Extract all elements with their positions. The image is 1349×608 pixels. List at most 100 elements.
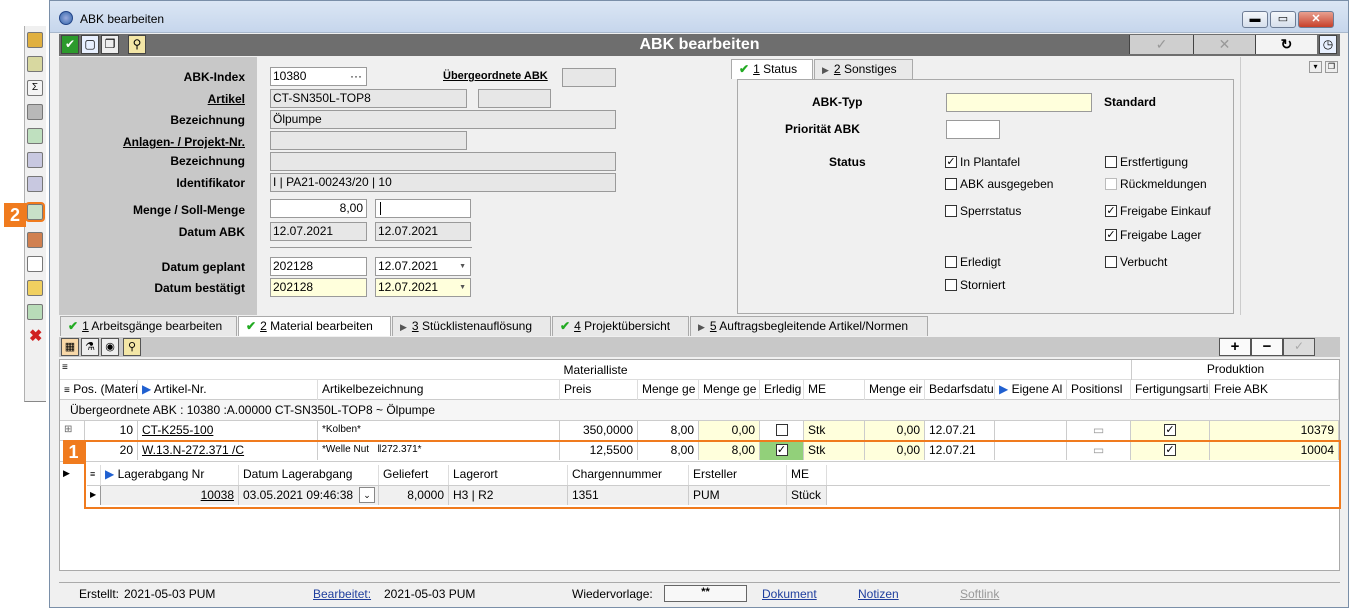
minimize-button[interactable]: ▬ <box>1242 11 1268 28</box>
fertigungsart-checkbox[interactable]: ✓ <box>1164 424 1176 436</box>
col-menge-1[interactable]: Menge ge <box>638 380 699 400</box>
wiedervorlage-button[interactable]: ** <box>664 585 747 602</box>
group-row[interactable]: Übergeordnete ABK : 10380 :A.00000 CT-SN… <box>60 400 1339 421</box>
erledigt-checkbox[interactable] <box>945 256 957 268</box>
confirm-button[interactable]: ✓ <box>1129 35 1193 54</box>
row-eigene[interactable] <box>995 421 1067 440</box>
document-icon[interactable]: ▭ <box>1067 421 1131 440</box>
row-freie-abk[interactable]: 10379 <box>1210 421 1339 440</box>
tab-sonstiges[interactable]: ▶ 2 Sonstiges <box>814 59 913 79</box>
erstfertigung-checkbox[interactable] <box>1105 156 1117 168</box>
restore-icon[interactable]: ❐ <box>1325 61 1338 73</box>
document-add-icon[interactable] <box>27 176 43 192</box>
remove-row-button[interactable]: − <box>1251 338 1283 356</box>
cancel-button[interactable]: ✕ <box>1193 35 1255 54</box>
freigabe-lager-checkbox[interactable]: ✓ <box>1105 229 1117 241</box>
verbucht-checkbox[interactable] <box>1105 256 1117 268</box>
row-datum[interactable]: 12.07.21 <box>925 421 995 440</box>
menge-field[interactable]: 8,00 <box>270 199 367 218</box>
erledigt-checkbox[interactable] <box>775 424 788 436</box>
freigabe-einkauf-checkbox[interactable]: ✓ <box>1105 205 1117 217</box>
uebergeordnete-abk-link[interactable]: Übergeordnete ABK <box>443 70 548 82</box>
notizen-link[interactable]: Notizen <box>858 587 899 601</box>
confirm-row-button[interactable]: ✓ <box>1283 338 1315 356</box>
broom-icon[interactable] <box>27 280 43 296</box>
artikel-extra-field[interactable] <box>478 89 551 108</box>
prioritaet-field[interactable] <box>946 120 1000 139</box>
delete-icon[interactable]: ✖ <box>29 326 42 346</box>
col-pos[interactable]: ≡ Pos. (Materi <box>60 380 138 400</box>
anlagen-field[interactable] <box>270 131 467 150</box>
barcode-icon[interactable] <box>27 256 43 272</box>
sum-icon[interactable]: Σ <box>27 80 43 96</box>
row-artikel[interactable]: CT-K255-100 <box>138 421 318 440</box>
eye-icon[interactable]: ◉ <box>101 338 119 356</box>
soll-menge-field[interactable] <box>375 199 471 218</box>
filter-icon[interactable]: ⚗ <box>81 338 99 356</box>
document-material-icon[interactable] <box>25 202 45 222</box>
list-icon[interactable] <box>27 128 43 144</box>
clock-icon[interactable]: ◷ <box>1319 35 1337 54</box>
anlagen-label[interactable]: Anlagen- / Projekt-Nr. <box>59 135 245 149</box>
col-eigene[interactable]: ▶ Eigene Al <box>995 380 1067 400</box>
tab-projektuebersicht[interactable]: ✔ 4 Projektübersicht <box>552 316 689 336</box>
col-position[interactable]: Positionsl <box>1067 380 1131 400</box>
truck-icon[interactable] <box>27 104 43 120</box>
datum-abk-field[interactable]: 12.07.2021 <box>270 222 367 241</box>
close-window-button[interactable]: ✕ <box>1298 11 1334 28</box>
datum-bestaetigt-week-field[interactable]: 202128 <box>270 278 367 297</box>
grid-icon[interactable]: ▦ <box>61 338 79 356</box>
datum-geplant-week-field[interactable]: 202128 <box>270 257 367 276</box>
uebergeordnete-abk-field[interactable] <box>562 68 616 87</box>
document-edit-icon[interactable] <box>27 152 43 168</box>
abk-index-field[interactable]: 10380 ··· <box>270 67 367 86</box>
softlink-link[interactable]: Softlink <box>960 587 999 601</box>
col-menge-2[interactable]: Menge ge <box>699 380 760 400</box>
col-menge-3[interactable]: Menge eir <box>865 380 925 400</box>
artikel-label[interactable]: Artikel <box>59 92 245 106</box>
col-erledigt[interactable]: Erledig <box>760 380 804 400</box>
col-fertigungsart[interactable]: Fertigungsarti <box>1131 380 1210 400</box>
artikel-field[interactable]: CT-SN350L-TOP8 <box>270 89 467 108</box>
bearbeitet-link[interactable]: Bearbeitet: <box>313 587 371 601</box>
col-preis[interactable]: Preis <box>560 380 638 400</box>
abk-ausgegeben-checkbox[interactable] <box>945 178 957 190</box>
add-row-button[interactable]: + <box>1219 338 1251 356</box>
pen-icon[interactable] <box>27 56 43 72</box>
storniert-checkbox[interactable] <box>945 279 957 291</box>
tab-stuecklisten[interactable]: ▶ 3 Stücklistenauflösung <box>392 316 551 336</box>
in-plantafel-checkbox[interactable]: ✓ <box>945 156 957 168</box>
col-artikelbezeichnung[interactable]: Artikelbezeichnung <box>318 380 560 400</box>
row-menge-3[interactable]: 0,00 <box>865 421 925 440</box>
search-icon[interactable]: ⚲ <box>123 338 141 356</box>
datum-geplant-date-field[interactable]: 12.07.2021 ▼ <box>375 257 471 276</box>
tab-status[interactable]: ✔ 1 Status <box>731 59 813 79</box>
row-menge-2[interactable]: 0,00 <box>699 421 760 440</box>
row-me[interactable]: Stk <box>804 421 865 440</box>
bezeichnung-field[interactable]: Ölpumpe <box>270 110 616 129</box>
datum-abk-field-2[interactable]: 12.07.2021 <box>375 222 471 241</box>
col-artikel-nr[interactable]: ▶ Artikel-Nr. <box>138 380 318 400</box>
identifikator-field[interactable]: I | PA21-00243/20 | 10 <box>270 173 616 192</box>
chevron-down-icon[interactable]: ▼ <box>459 279 466 296</box>
projekt-bezeichnung-field[interactable] <box>270 152 616 171</box>
box-icon[interactable] <box>27 232 43 248</box>
chevron-down-icon[interactable]: ▼ <box>459 258 466 275</box>
expand-icon[interactable]: ⊞ <box>60 421 85 440</box>
collapse-icon[interactable]: ▾ <box>1309 61 1322 73</box>
col-freie-abk[interactable]: Freie ABK <box>1210 380 1339 400</box>
datum-bestaetigt-date-field[interactable]: 12.07.2021 ▼ <box>375 278 471 297</box>
rueckmeldungen-checkbox[interactable] <box>1105 178 1117 190</box>
tab-arbeitsgaenge[interactable]: ✔ 1 Arbeitsgänge bearbeiten <box>60 316 237 336</box>
col-bedarfsdatum[interactable]: Bedarfsdatu <box>925 380 995 400</box>
tab-auftragsbegleitende[interactable]: ▶ 5 Auftragsbegleitende Artikel/Normen <box>690 316 928 336</box>
dokument-link[interactable]: Dokument <box>762 587 817 601</box>
tab-material[interactable]: ✔ 2 Material bearbeiten <box>238 316 391 336</box>
abk-typ-field[interactable] <box>946 93 1092 112</box>
refresh-button[interactable]: ↻ <box>1255 35 1317 54</box>
col-me[interactable]: ME <box>804 380 865 400</box>
table-row[interactable]: ⊞ 10 CT-K255-100 *Kolben* 350,0000 8,00 … <box>60 421 1339 441</box>
maximize-button[interactable]: ▭ <box>1270 11 1296 28</box>
sperrstatus-checkbox[interactable] <box>945 205 957 217</box>
send-icon[interactable] <box>27 304 43 320</box>
